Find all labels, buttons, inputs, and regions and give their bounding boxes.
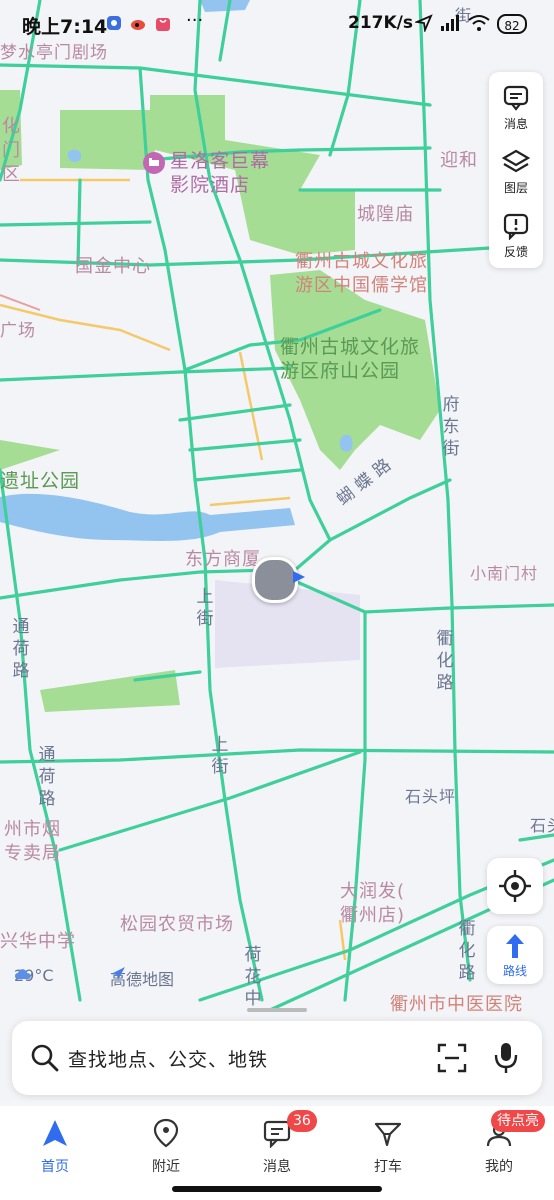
message-icon	[503, 85, 529, 111]
poi-rujia-label-2[interactable]: 游区中国儒学馆	[295, 271, 428, 297]
route-button[interactable]: 路线	[487, 926, 543, 984]
feedback-button[interactable]: 反馈	[489, 204, 543, 266]
brand-logo: 高德地图	[110, 966, 174, 990]
shopping-bag-icon	[156, 18, 170, 31]
home-indicator	[172, 1186, 382, 1192]
layers-button[interactable]: 图层	[489, 140, 543, 202]
poi-songyuan-label[interactable]: 松园农贸市场	[120, 910, 234, 936]
poi-rujia-label-1[interactable]: 衢州古城文化旅	[295, 247, 428, 273]
tab-messages-label: 消息	[263, 1159, 291, 1175]
poi-yizhi-label[interactable]: 遗址公园	[0, 466, 80, 493]
poi-xiaonanmen-label[interactable]: 小南门村	[470, 560, 538, 584]
map-canvas[interactable]: 梦水亭门剧场 化 门 区 星洛客巨幕 影院酒店 迎和 城隍庙 国金中心 衢州古城…	[0, 0, 554, 1100]
hotel-marker-icon[interactable]	[143, 152, 165, 174]
poi-partial-label-2: 门	[2, 140, 21, 161]
search-icon	[31, 1044, 59, 1072]
weather-widget[interactable]: 29°C	[14, 966, 54, 985]
road-fudong-label: 府东街	[442, 395, 460, 459]
road-tonghe-label-1: 通荷路	[12, 617, 30, 681]
signal-icon	[441, 15, 459, 31]
shield-notification-icon	[107, 16, 121, 30]
tab-taxi[interactable]: 打车	[343, 1106, 433, 1186]
poi-hospital-label[interactable]: 衢州市中医医院	[390, 990, 523, 1016]
weibo-icon	[131, 20, 145, 30]
poi-partial-label-1: 化	[2, 116, 21, 137]
drawer-handle[interactable]	[247, 1008, 307, 1012]
poi-hotel-label-1[interactable]: 星洛客巨幕	[170, 146, 270, 173]
poi-yanchao-label-1[interactable]: 州市烟	[4, 815, 61, 841]
messages-button[interactable]: 消息	[489, 76, 543, 138]
microphone-icon[interactable]	[492, 1041, 520, 1075]
feedback-icon	[503, 213, 529, 240]
feedback-label: 反馈	[503, 245, 528, 259]
poi-partial-label-3: 区	[2, 164, 21, 185]
locate-me-button[interactable]	[487, 858, 543, 914]
poi-shitou-partial-label: 石头	[530, 816, 554, 835]
poi-fushan-label-1[interactable]: 衢州古城文化旅	[280, 332, 420, 359]
poi-shitouping-label[interactable]: 石头坪	[405, 783, 456, 807]
road-shang-label-2: 上街	[211, 735, 229, 777]
location-arrow-icon	[415, 14, 433, 32]
layers-icon	[502, 149, 530, 173]
heading-arrow-icon	[293, 571, 305, 583]
poi-fushan-label-2[interactable]: 游区府山公园	[280, 356, 400, 383]
location-pin-icon	[153, 1118, 179, 1148]
status-time: 晚上7:14	[22, 16, 108, 38]
net-speed: 217K/s	[348, 13, 413, 33]
status-bar: 晚上7:14 ··· 217K/s 82	[0, 0, 554, 48]
wifi-icon	[468, 15, 490, 31]
road-hehua-label: 荷花中	[244, 945, 262, 1009]
poi-chenghuang-label[interactable]: 城隍庙	[357, 200, 414, 226]
search-input[interactable]: 查找地点、公交、地铁	[68, 1045, 268, 1072]
poi-yanchao-label-2[interactable]: 专卖局	[4, 839, 61, 865]
poi-dongfang-label[interactable]: 东方商厦	[185, 545, 261, 571]
messages-badge: 36	[287, 1110, 317, 1132]
poi-dirunfa-label-1[interactable]: 大润发(	[340, 877, 405, 903]
road-shang-label-1: 上街	[196, 587, 214, 629]
map-tools-panel: 消息 图层 反馈	[489, 72, 543, 268]
messages-label: 消息	[503, 117, 528, 131]
road-quhua-label-2: 衢化路	[458, 919, 476, 983]
taxi-flag-icon	[374, 1122, 402, 1147]
status-more: ···	[186, 10, 204, 31]
road-quhua-label-1: 衢化路	[436, 629, 454, 693]
tab-home-label: 首页	[41, 1159, 69, 1175]
layers-label: 图层	[503, 181, 528, 195]
amap-logo-icon	[111, 967, 125, 980]
road-tonghe-label-2: 通荷路	[38, 745, 56, 809]
poi-guojin-label[interactable]: 国金中心	[75, 252, 151, 278]
scan-icon[interactable]	[437, 1043, 467, 1073]
crosshair-icon	[499, 870, 531, 902]
search-bar[interactable]: 查找地点、公交、地铁	[12, 1021, 542, 1095]
tab-nearby-label: 附近	[152, 1159, 180, 1175]
poi-huazhong-label[interactable]: 兴华中学	[0, 927, 76, 953]
tab-home[interactable]: 首页	[10, 1106, 100, 1186]
battery-indicator: 82	[497, 14, 527, 34]
navigation-arrow-icon	[43, 1120, 67, 1146]
poi-dirunfa-label-2[interactable]: 衢州店)	[340, 901, 405, 927]
profile-badge: 待点亮	[491, 1110, 545, 1132]
cloud-icon	[15, 969, 31, 979]
poi-guangchang-label[interactable]: 广场	[0, 316, 36, 341]
poi-yinghe-label[interactable]: 迎和	[440, 146, 478, 172]
tab-nearby[interactable]: 附近	[121, 1106, 211, 1186]
route-label: 路线	[502, 964, 527, 978]
tab-profile-label: 我的	[485, 1159, 513, 1175]
poi-hotel-label-2[interactable]: 影院酒店	[170, 170, 250, 197]
tab-taxi-label: 打车	[374, 1159, 402, 1175]
route-arrow-icon	[506, 934, 524, 958]
